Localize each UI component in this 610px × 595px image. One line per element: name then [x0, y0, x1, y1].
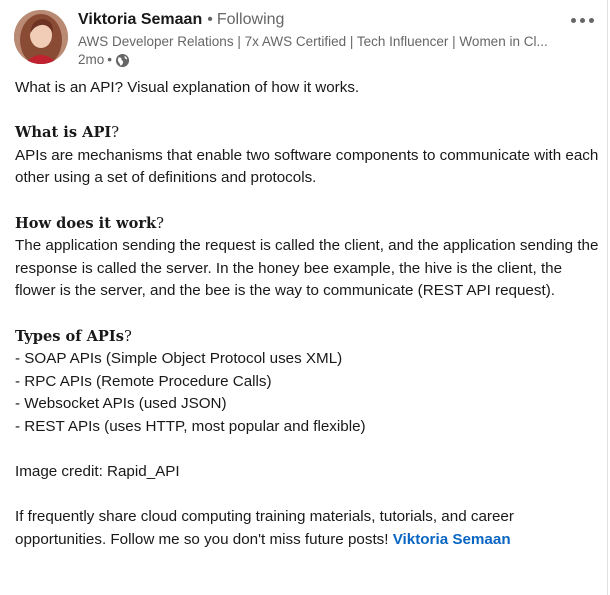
- post-body: What is an API? Visual explanation of ho…: [15, 77, 600, 551]
- time-separator: •: [107, 52, 112, 67]
- globe-icon: [115, 53, 130, 67]
- author-name-line: Viktoria Semaan • Following: [78, 10, 557, 30]
- follow-status[interactable]: Following: [217, 11, 285, 28]
- more-horizontal-icon: [579, 17, 585, 23]
- author-meta: Viktoria Semaan • Following AWS Developer …: [78, 10, 557, 69]
- section-text: APIs are mechanisms that enable two soft…: [15, 146, 599, 187]
- post-intro: What is an API? Visual explanation of ho…: [15, 79, 360, 96]
- list-item: - RPC APIs (Remote Procedure Calls): [15, 372, 272, 390]
- post-card: Viktoria Semaan • Following AWS Developer …: [0, 0, 608, 595]
- more-options-button[interactable]: [567, 12, 597, 28]
- section-heading-text: How does it work: [15, 214, 157, 232]
- more-horizontal-icon: [570, 17, 576, 23]
- section-heading: What is API?: [15, 122, 600, 145]
- section-heading-text: What is API: [15, 124, 112, 142]
- list-item: - SOAP APIs (Simple Object Protocol uses…: [15, 350, 343, 368]
- post-header: Viktoria Semaan • Following AWS Developer …: [14, 10, 597, 68]
- post-time: 2mo: [78, 52, 105, 67]
- author-headline: AWS Developer Relations | 7x AWS Certifi…: [78, 34, 548, 49]
- closing-paragraph: If frequently share cloud computing trai…: [15, 506, 600, 551]
- avatar-image: [14, 10, 68, 64]
- section-heading-qmark: ?: [123, 327, 132, 345]
- post-timestamp-line: 2mo •: [78, 51, 557, 69]
- author-mention-link[interactable]: Viktoria Semaan: [393, 531, 511, 548]
- section-heading: How does it work?: [15, 213, 600, 236]
- section-heading-text: Types of APIs: [15, 327, 124, 345]
- list-item: - Websocket APIs (used JSON): [15, 395, 227, 413]
- avatar[interactable]: [14, 10, 68, 64]
- list-item: - REST APIs (uses HTTP, most popular and…: [15, 417, 366, 435]
- section-heading-qmark: ?: [111, 124, 120, 142]
- section-heading: Types of APIs?: [15, 326, 600, 349]
- section-heading-qmark: ?: [156, 214, 164, 232]
- separator-dot: •: [207, 11, 213, 28]
- section-text: The application sending the request is c…: [15, 237, 599, 300]
- more-horizontal-icon: [588, 17, 594, 23]
- author-name[interactable]: Viktoria Semaan: [78, 11, 202, 28]
- image-credit: Image credit: Rapid_API: [15, 463, 180, 481]
